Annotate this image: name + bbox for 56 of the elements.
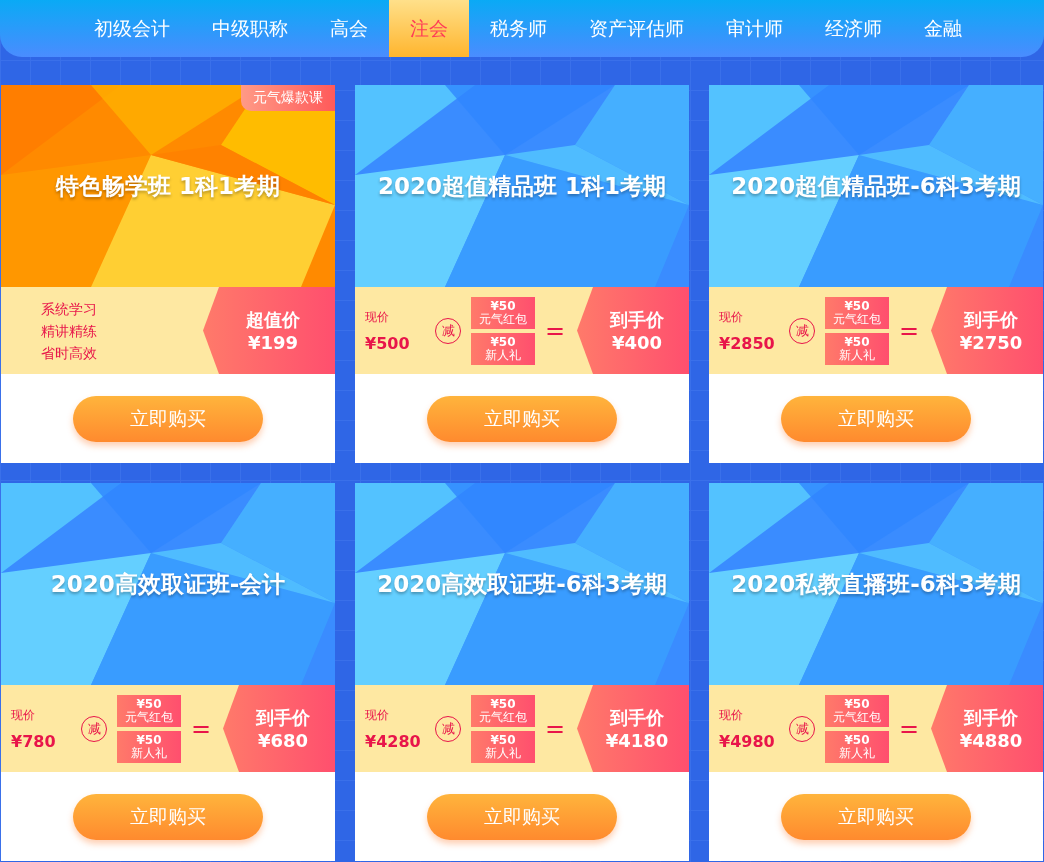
coupon: ¥50 新人礼 [471, 730, 535, 763]
coupon: ¥50 新人礼 [825, 730, 889, 763]
equals-sign: = [899, 714, 920, 743]
coupon: ¥50 元气红包 [471, 694, 535, 727]
nav-tab[interactable]: 初级会计 [73, 0, 191, 57]
equals-sign: = [545, 714, 566, 743]
nav-tab[interactable]: 经济师 [804, 0, 903, 57]
course-title: 2020高效取证班-6科3考期 [377, 569, 667, 599]
course-title: 特色畅学班 1科1考期 [56, 171, 280, 201]
deal-tag: 超值价 ¥199 [203, 287, 335, 374]
coupon: ¥50 新人礼 [825, 332, 889, 365]
nav-tab[interactable]: 高会 [309, 0, 389, 57]
deal-tag: 到手价 ¥680 [223, 685, 335, 772]
equals-sign: = [899, 316, 920, 345]
course-title: 2020超值精品班 1科1考期 [378, 171, 666, 201]
deal-tag: 到手价 ¥400 [577, 287, 689, 374]
price-label: 现价 [719, 706, 744, 724]
price-label: 现价 [365, 308, 390, 326]
buy-button[interactable]: 立即购买 [427, 793, 617, 840]
original-price: ¥780 [11, 731, 57, 751]
coupon: ¥50 元气红包 [471, 296, 535, 329]
coupon: ¥50 元气红包 [825, 296, 889, 329]
course-title: 2020高效取证班-会计 [50, 569, 286, 599]
original-price: ¥4980 [719, 731, 776, 751]
price-label: 现价 [719, 308, 744, 326]
price-label: 现价 [365, 706, 390, 724]
nav-tab[interactable]: 中级职称 [191, 0, 309, 57]
course-title: 2020超值精品班-6科3考期 [731, 171, 1021, 201]
coupon: ¥50 元气红包 [825, 694, 889, 727]
nav-tab[interactable]: 审计师 [705, 0, 804, 57]
price-label: 现价 [11, 706, 36, 724]
deal-tag: 到手价 ¥4880 [931, 685, 1043, 772]
coupon: ¥50 新人礼 [117, 730, 181, 763]
original-price: ¥4280 [365, 731, 422, 751]
buy-button[interactable]: 立即购买 [781, 793, 971, 840]
nav-tab[interactable]: 金融 [903, 0, 983, 57]
feature-text: 省时高效 [41, 343, 98, 363]
coupon: ¥50 新人礼 [471, 332, 535, 365]
original-price: ¥500 [365, 333, 411, 353]
coupon: ¥50 元气红包 [117, 694, 181, 727]
buy-button[interactable]: 立即购买 [781, 395, 971, 442]
equals-sign: = [191, 714, 212, 743]
deal-tag: 到手价 ¥4180 [577, 685, 689, 772]
buy-button[interactable]: 立即购买 [427, 395, 617, 442]
buy-button[interactable]: 立即购买 [73, 793, 263, 840]
nav-tab[interactable]: 资产评估师 [568, 0, 705, 57]
feature-text: 精讲精练 [41, 321, 98, 341]
buy-button[interactable]: 立即购买 [73, 395, 263, 442]
equals-sign: = [545, 316, 566, 345]
nav-tab[interactable]: 注会 [389, 0, 469, 57]
hot-badge: 元气爆款课 [241, 85, 335, 111]
feature-text: 系统学习 [41, 299, 98, 319]
original-price: ¥2850 [719, 333, 776, 353]
nav-tab[interactable]: 税务师 [469, 0, 568, 57]
deal-tag: 到手价 ¥2750 [931, 287, 1043, 374]
course-title: 2020私教直播班-6科3考期 [731, 569, 1021, 599]
